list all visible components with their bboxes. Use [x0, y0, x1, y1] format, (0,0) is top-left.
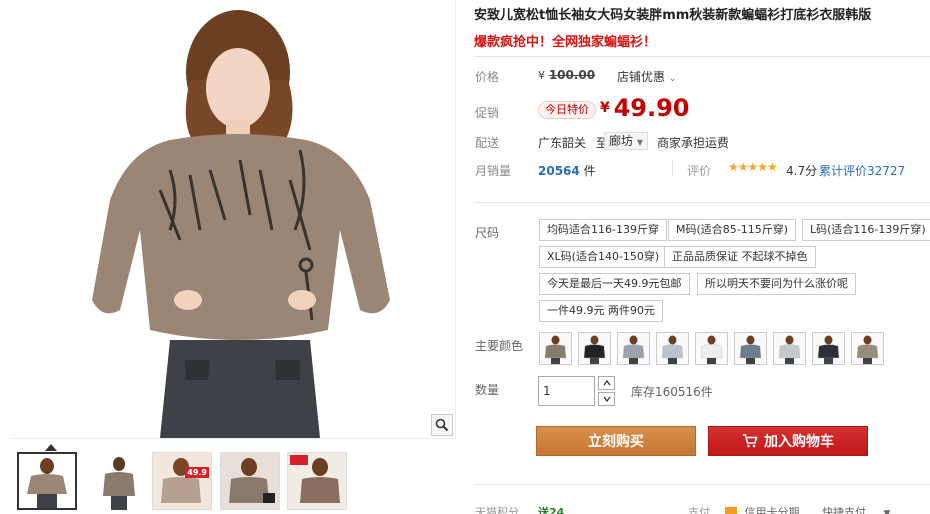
- chevron-down-icon: [602, 396, 611, 402]
- quantity-increase-button[interactable]: [598, 376, 615, 390]
- size-option[interactable]: 均码适合116-139斤穿: [539, 219, 667, 241]
- credit-installment-label: 信用卡分期: [744, 506, 800, 514]
- chevron-up-icon: [602, 380, 611, 386]
- add-to-cart-label: 加入购物车: [764, 434, 834, 450]
- shop-promo-dropdown[interactable]: 店铺优惠 ⌄: [617, 68, 676, 85]
- original-price: ¥ 100.00: [538, 68, 595, 82]
- quantity-input[interactable]: [538, 376, 595, 406]
- fast-pay-label: 快捷支付: [822, 506, 866, 514]
- quantity-label: 数量: [475, 383, 500, 397]
- divider: [474, 202, 930, 203]
- model-photo: [92, 10, 390, 438]
- chevron-down-icon: ⌄: [668, 74, 677, 84]
- active-thumb-indicator: [45, 444, 57, 451]
- product-subtitle: 爆款疯抢中！全网独家蝙蝠衫！: [474, 35, 657, 50]
- ship-destination: 廊坊: [609, 134, 634, 148]
- color-swatch[interactable]: [656, 332, 689, 365]
- current-price: ¥ 49.90: [600, 94, 690, 122]
- color-swatch[interactable]: [812, 332, 845, 365]
- thumbnail-strip: 49.9: [10, 438, 456, 514]
- currency-symbol: ¥: [538, 69, 545, 82]
- thumbnail-5[interactable]: [287, 452, 347, 510]
- size-option[interactable]: 所以明天不要问为什么涨价呢: [697, 273, 856, 295]
- price-label: 价格: [475, 70, 500, 84]
- points-value: 送24: [538, 506, 565, 514]
- total-reviews-link[interactable]: 累计评价32727: [819, 162, 905, 179]
- size-option[interactable]: XL码(适合140-150穿): [539, 246, 668, 268]
- color-swatch[interactable]: [851, 332, 884, 365]
- cart-icon: [743, 434, 758, 448]
- card-icon: [725, 507, 737, 514]
- product-title: 安致儿宽松t恤长袖女大码女装胖mm秋装新款蝙蝠衫打底衫衣服韩版: [474, 8, 872, 23]
- current-currency-symbol: ¥: [600, 100, 610, 116]
- size-label: 尺码: [475, 226, 500, 240]
- size-option[interactable]: 正品品质保证 不起球不掉色: [664, 246, 816, 268]
- promo-label: 促销: [475, 106, 500, 120]
- points-label: 天猫积分: [475, 506, 519, 514]
- credit-installment[interactable]: 信用卡分期: [725, 504, 800, 514]
- fast-pay[interactable]: 快捷支付 ▼: [822, 504, 890, 514]
- size-option[interactable]: 一件49.9元 两件90元: [539, 300, 663, 322]
- color-label: 主要颜色: [475, 339, 524, 353]
- price-badge: 49.9: [185, 467, 209, 478]
- today-special-tag: 今日特价: [538, 101, 596, 119]
- original-price-value: 100.00: [548, 68, 596, 82]
- color-swatch[interactable]: [578, 332, 611, 365]
- ship-from: 广东韶关 至: [538, 134, 608, 151]
- chevron-down-icon: ▼: [636, 138, 643, 147]
- ship-origin: 广东韶关: [538, 136, 587, 150]
- quantity-decrease-button[interactable]: [598, 392, 615, 406]
- add-to-cart-button[interactable]: 加入购物车: [708, 426, 868, 456]
- thumbnail-2[interactable]: [89, 452, 149, 510]
- color-swatch[interactable]: [773, 332, 806, 365]
- current-price-value: 49.90: [613, 94, 690, 122]
- vertical-separator: [672, 160, 673, 176]
- chevron-down-icon: ▼: [883, 509, 891, 514]
- divider: [474, 484, 930, 485]
- size-option[interactable]: M码(适合85-115斤穿): [668, 219, 797, 241]
- monthly-sales-count: 20564: [538, 164, 580, 178]
- thumbnail-3[interactable]: 49.9: [152, 452, 212, 510]
- shop-promo-label: 店铺优惠: [617, 70, 666, 84]
- stock-count: 库存160516件: [631, 385, 713, 399]
- pay-label: 支付: [688, 506, 710, 514]
- color-swatch[interactable]: [695, 332, 728, 365]
- review-label: 评价: [687, 164, 712, 178]
- main-product-image[interactable]: [10, 0, 456, 438]
- rating-score: 4.7分: [786, 164, 818, 178]
- rating-stars: ★★★★★: [728, 160, 778, 174]
- size-option[interactable]: L码(适合116-139斤穿): [802, 219, 930, 241]
- thumbnail-1[interactable]: [17, 452, 77, 510]
- shipping-label: 配送: [475, 136, 500, 150]
- color-swatch[interactable]: [617, 332, 650, 365]
- ship-destination-select[interactable]: 廊坊 ▼: [604, 132, 648, 150]
- thumbnail-4[interactable]: [220, 452, 280, 510]
- shipping-note: 商家承担运费: [657, 136, 730, 150]
- buy-now-label: 立刻购买: [588, 434, 644, 450]
- zoom-button[interactable]: [431, 414, 453, 436]
- magnifier-icon: [435, 418, 449, 432]
- monthly-sales: 20564 件: [538, 162, 596, 179]
- monthly-sales-unit: 件: [583, 164, 596, 178]
- size-option[interactable]: 今天是最后一天49.9元包邮: [539, 273, 690, 295]
- divider: [474, 56, 930, 57]
- monthly-sales-label: 月销量: [475, 164, 512, 178]
- color-swatch[interactable]: [734, 332, 767, 365]
- buy-now-button[interactable]: 立刻购买: [536, 426, 696, 456]
- color-swatch[interactable]: [539, 332, 572, 365]
